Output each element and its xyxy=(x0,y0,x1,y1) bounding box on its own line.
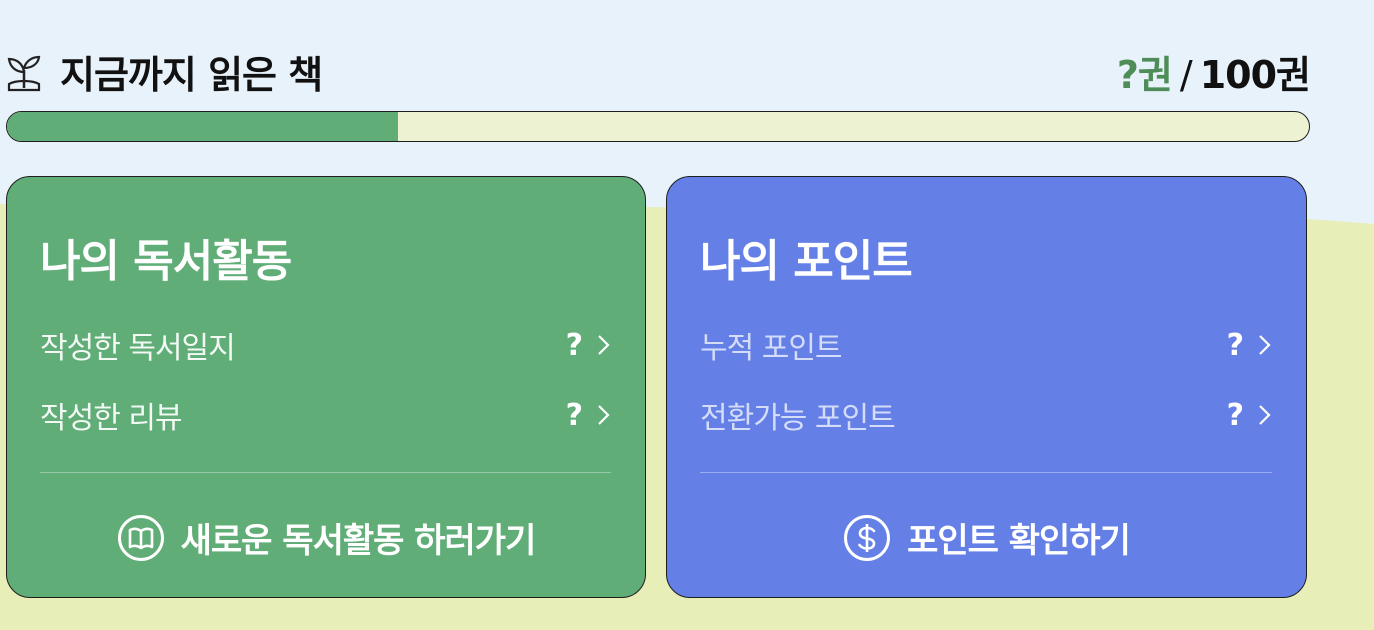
chevron-right-icon xyxy=(598,335,610,355)
chevron-right-icon xyxy=(1259,405,1271,425)
count-separator: / xyxy=(1179,53,1193,97)
my-reading-card: 나의 독서활동 작성한 독서일지 ? 작성한 리뷰 ? 새로운 독서활동 하러가… xyxy=(6,176,646,598)
reading-progress-fill xyxy=(7,112,398,141)
points-card-divider xyxy=(700,472,1272,473)
chevron-right-icon xyxy=(1259,335,1271,355)
read-count: ?권/100권 xyxy=(1116,44,1311,99)
convertible-points-label: 전환가능 포인트 xyxy=(700,401,896,436)
check-points-button[interactable]: 포인트 확인하기 xyxy=(667,513,1306,562)
sprout-icon xyxy=(7,55,41,91)
dollar-circle-icon xyxy=(844,514,891,561)
accumulated-points-row[interactable]: 누적 포인트 ? xyxy=(700,325,1272,366)
new-reading-activity-label: 새로운 독서활동 하러가기 xyxy=(180,521,537,561)
journal-count-value: ? xyxy=(565,327,583,363)
check-points-label: 포인트 확인하기 xyxy=(907,521,1131,561)
convertible-points-row[interactable]: 전환가능 포인트 ? xyxy=(700,395,1272,436)
read-count-value: ?권 xyxy=(1116,53,1173,97)
read-goal: 100권 xyxy=(1199,53,1311,97)
reading-card-divider xyxy=(40,472,611,473)
convertible-points-value: ? xyxy=(1226,397,1244,433)
reading-progress-bar xyxy=(6,111,1310,142)
my-points-card: 나의 포인트 누적 포인트 ? 전환가능 포인트 ? 포인트 확인하기 xyxy=(666,176,1307,598)
reading-card-title: 나의 독서활동 xyxy=(40,236,292,287)
accumulated-points-value: ? xyxy=(1226,327,1244,363)
review-count-value: ? xyxy=(565,397,583,433)
new-reading-activity-button[interactable]: 새로운 독서활동 하러가기 xyxy=(7,513,645,562)
page-title: 지금까지 읽은 책 xyxy=(60,53,323,97)
journal-count-row[interactable]: 작성한 독서일지 ? xyxy=(40,325,611,366)
chevron-right-icon xyxy=(598,405,610,425)
review-count-label: 작성한 리뷰 xyxy=(40,401,183,436)
reading-summary-header: 지금까지 읽은 책 ?권/100권 xyxy=(6,40,1311,97)
book-circle-icon xyxy=(117,514,164,561)
accumulated-points-label: 누적 포인트 xyxy=(700,331,843,366)
journal-count-label: 작성한 독서일지 xyxy=(40,331,236,366)
points-card-title: 나의 포인트 xyxy=(700,236,913,287)
review-count-row[interactable]: 작성한 리뷰 ? xyxy=(40,395,611,436)
